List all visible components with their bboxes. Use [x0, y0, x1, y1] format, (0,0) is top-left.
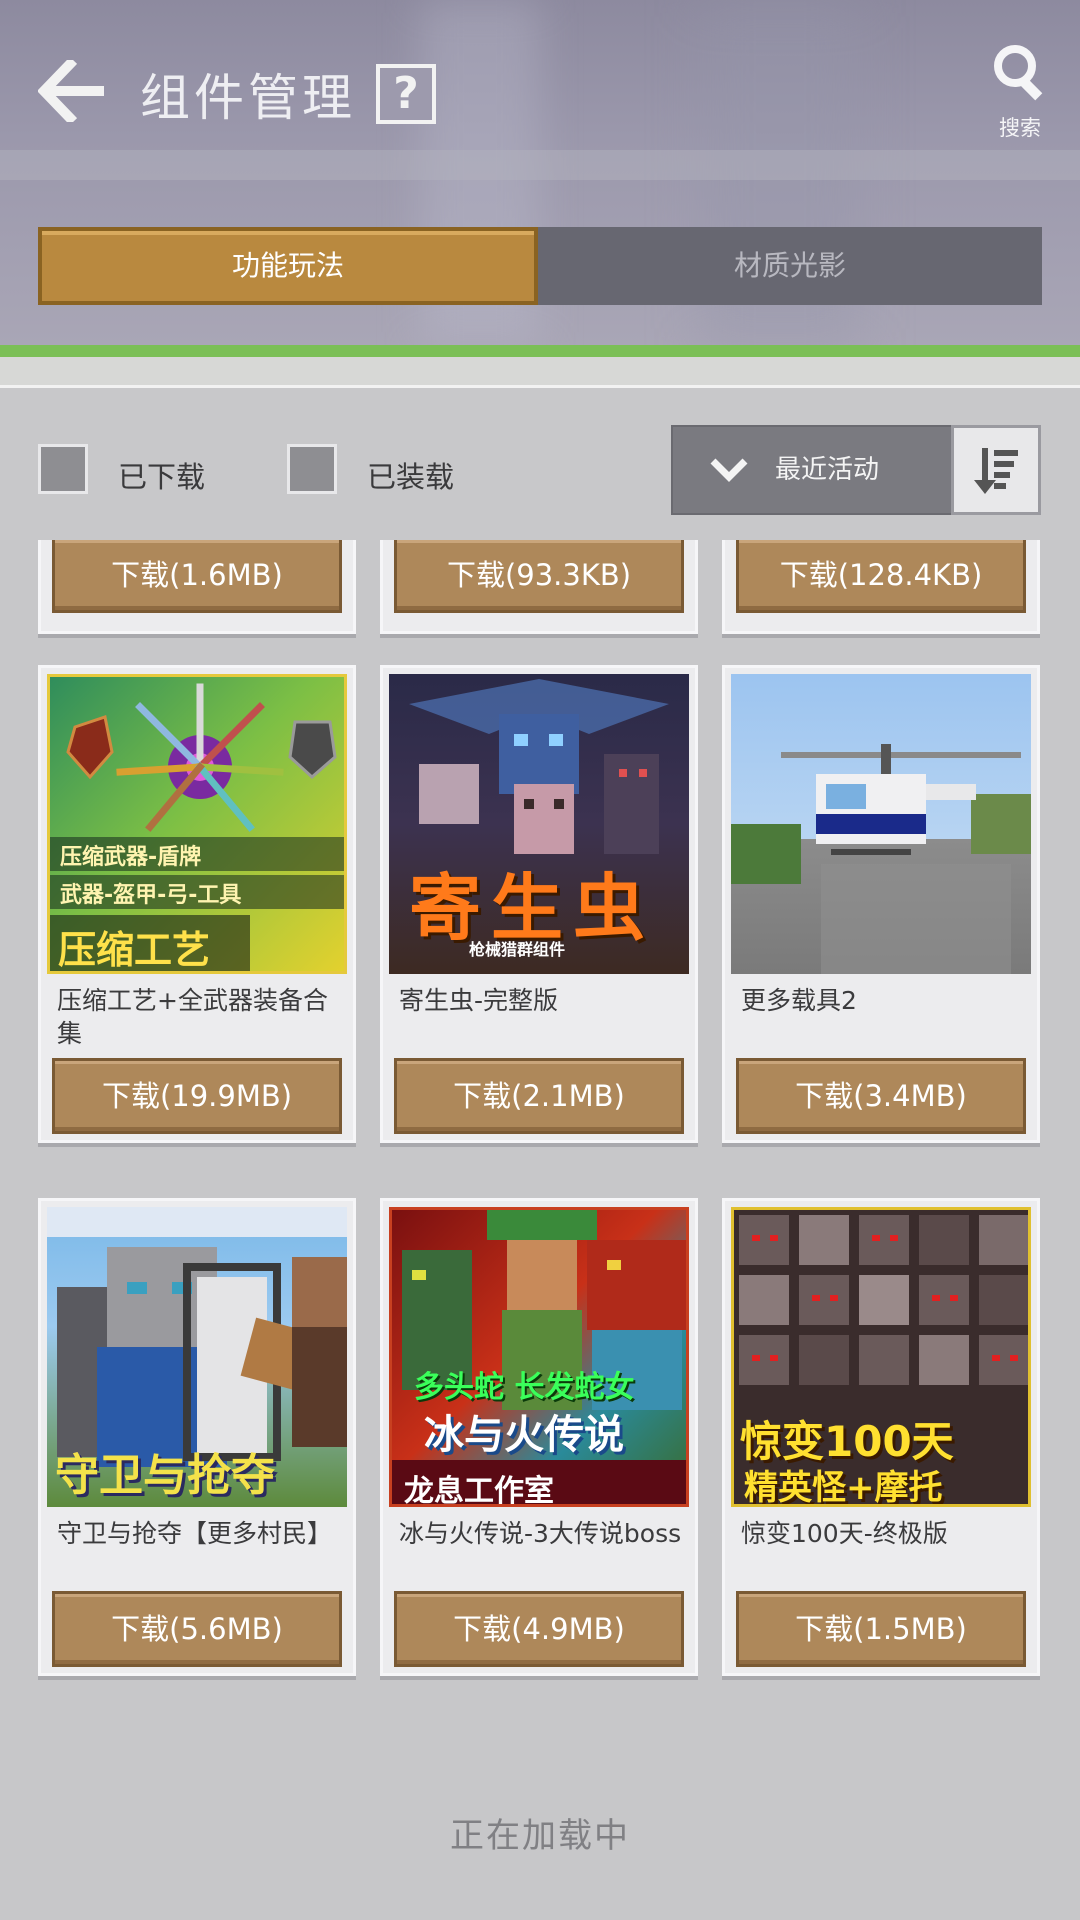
weapons-art [66, 683, 337, 832]
addon-grid: 下载(1.6MB) 下载(93.3KB) 下载(128.4KB) 压缩武器-盾牌… [0, 540, 1080, 1920]
downloaded-checkbox[interactable] [38, 444, 88, 494]
tab-gameplay[interactable]: 功能玩法 [38, 227, 538, 305]
download-button[interactable]: 下载(2.1MB) [394, 1058, 684, 1134]
installed-label: 已装载 [367, 460, 455, 494]
addon-title: 寄生虫-完整版 [399, 986, 559, 1015]
download-button[interactable]: 下载(1.6MB) [52, 540, 342, 613]
addon-card[interactable]: 惊变100天 精英怪+摩托 惊变100天-终极版 下载(1.5MB) [722, 1198, 1040, 1676]
thumbnail-caption: 冰与火传说 [424, 1412, 624, 1458]
addon-thumbnail: 压缩武器-盾牌 武器-盔甲-弓-工具 压缩工艺 [47, 674, 347, 974]
search-button[interactable]: 搜索 [985, 42, 1055, 142]
addon-card[interactable]: 更多载具2 下载(3.4MB) [722, 665, 1040, 1143]
download-button[interactable]: 下载(3.4MB) [736, 1058, 1026, 1134]
thumbnail-caption: 枪械猎群组件 [469, 940, 566, 959]
header-divider [0, 345, 1080, 357]
loading-indicator: 正在加载中 [450, 1816, 630, 1856]
sort-descending-icon [974, 448, 1018, 494]
sort-dropdown[interactable]: 最近活动 [671, 425, 953, 515]
top-app-bar: 组件管理 ? 搜索 功能玩法 材质光影 [0, 0, 1080, 345]
parasite-art [409, 679, 669, 854]
addon-thumbnail: 守卫与抢夺 [47, 1207, 347, 1507]
download-button[interactable]: 下载(1.5MB) [736, 1591, 1026, 1667]
thumbnail-caption: 龙息工作室 [404, 1474, 554, 1507]
addon-card: 下载(93.3KB) [380, 540, 698, 634]
downloaded-label: 已下载 [118, 460, 206, 494]
addon-title: 压缩工艺+全武器装备合集 [57, 986, 328, 1048]
download-button[interactable]: 下载(4.9MB) [394, 1591, 684, 1667]
addon-thumbnail: 惊变100天 精英怪+摩托 [731, 1207, 1031, 1507]
page-title: 组件管理 [140, 69, 356, 127]
search-icon [994, 45, 1043, 101]
help-button[interactable]: ? [376, 64, 436, 124]
addon-title: 惊变100天-终极版 [741, 1519, 948, 1548]
download-button[interactable]: 下载(19.9MB) [52, 1058, 342, 1134]
addon-card: 下载(128.4KB) [722, 540, 1040, 634]
thumbnail-caption: 武器-盔甲-弓-工具 [60, 883, 242, 908]
addon-thumbnail [731, 674, 1031, 974]
addon-card[interactable]: 压缩武器-盾牌 武器-盔甲-弓-工具 压缩工艺 压缩工艺+全武器装备合集 下载(… [38, 665, 356, 1143]
addon-card[interactable]: 守卫与抢夺 守卫与抢夺【更多村民】 下载(5.6MB) [38, 1198, 356, 1676]
thumbnail-caption: 精英怪+摩托 [744, 1468, 943, 1507]
addon-card: 下载(1.6MB) [38, 540, 356, 634]
helicopter-art [731, 744, 1031, 974]
addon-title: 守卫与抢夺【更多村民】 [57, 1519, 333, 1548]
thumbnail-caption: 多头蛇 长发蛇女 [414, 1370, 635, 1405]
sort-value: 最近活动 [775, 455, 880, 485]
chevron-down-icon [710, 458, 748, 482]
category-tabs: 功能玩法 材质光影 [38, 227, 1042, 305]
download-button[interactable]: 下载(93.3KB) [394, 540, 684, 613]
addon-title: 更多载具2 [741, 986, 857, 1015]
header-divider-shadow [0, 357, 1080, 388]
download-button[interactable]: 下载(128.4KB) [736, 540, 1026, 613]
search-label: 搜索 [999, 116, 1041, 140]
sort-order-button[interactable] [951, 425, 1041, 515]
addon-card[interactable]: 寄生虫 枪械猎群组件 寄生虫-完整版 下载(2.1MB) [380, 665, 698, 1143]
installed-checkbox[interactable] [287, 444, 337, 494]
thumbnail-caption: 压缩工艺 [58, 928, 211, 972]
addon-thumbnail: 寄生虫 枪械猎群组件 [389, 674, 689, 974]
tab-textures[interactable]: 材质光影 [538, 227, 1042, 305]
addon-title: 冰与火传说-3大传说boss [399, 1519, 682, 1548]
thumbnail-caption: 压缩武器-盾牌 [60, 845, 202, 870]
addon-card[interactable]: 多头蛇 长发蛇女 冰与火传说 龙息工作室 冰与火传说-3大传说boss 下载(4… [380, 1198, 698, 1676]
back-arrow-icon[interactable] [37, 56, 108, 126]
addon-thumbnail: 多头蛇 长发蛇女 冰与火传说 龙息工作室 [389, 1207, 689, 1507]
background-blur [0, 150, 1080, 180]
thumbnail-caption: 守卫与抢夺 [55, 1450, 275, 1501]
download-button[interactable]: 下载(5.6MB) [52, 1591, 342, 1667]
